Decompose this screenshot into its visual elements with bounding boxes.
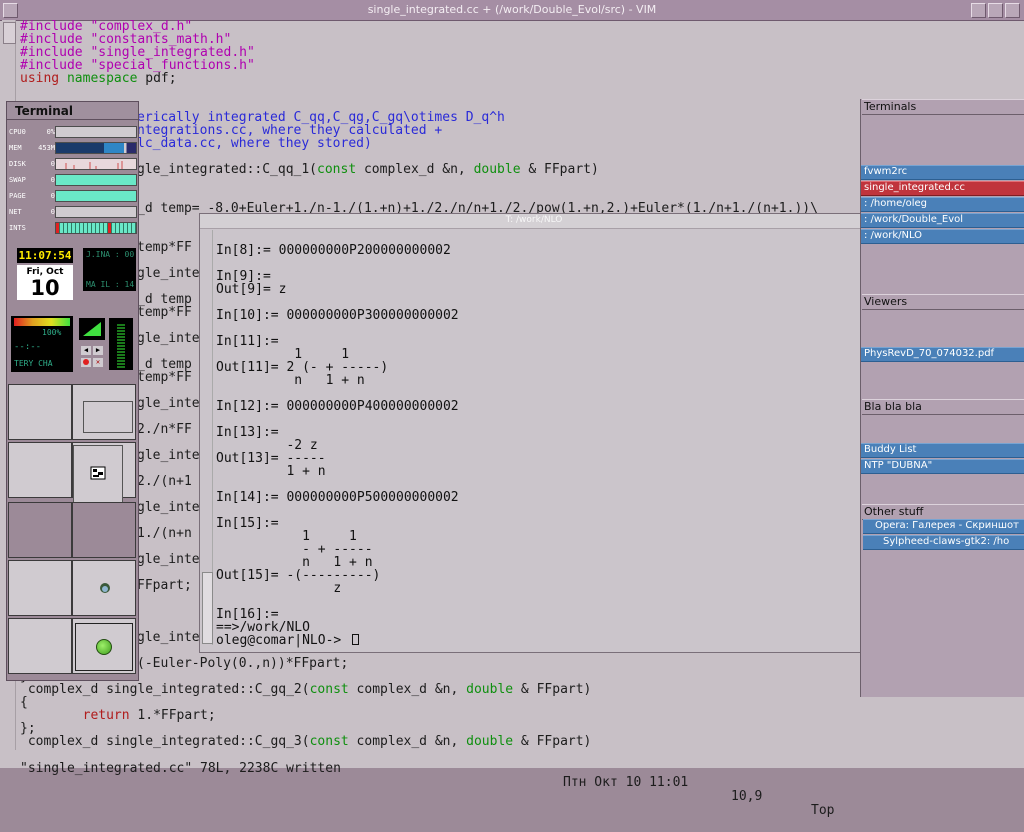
status-scroll: Top [811,803,835,818]
code-fragment: 1./(n+n [137,526,192,541]
terminal-line: In[14]:= 000000000P500000000002 [216,490,459,505]
winlist-item-double-evol[interactable]: : /work/Double_Evol [861,213,1024,228]
terminal-line: n 1 + n [216,373,365,388]
code-fragment: gle_inte [137,630,200,645]
winlist-item-buddy-list[interactable]: Buddy List [861,443,1024,458]
pager-desk[interactable] [8,560,72,616]
terminal-scrollbar-thumb[interactable] [202,572,213,644]
window-list-panel: Terminals fvwm2rc single_integrated.cc :… [860,99,1024,697]
return-line: return 1.*FFpart; [82,708,216,723]
status-light-icon [96,639,112,655]
maximize-button[interactable] [988,3,1003,18]
record-button[interactable] [81,358,91,367]
code-fragment: gle_inte [137,500,200,515]
terminal-line: In[8]:= 000000000P200000000002 [216,243,451,258]
winlist-item-ntp[interactable]: NTP "DUBNA" [861,459,1024,474]
winlist-item-fvwm2rc[interactable]: fvwm2rc [861,165,1024,180]
disk-meter: DISK 0 [9,157,137,170]
winlist-item-sylpheed[interactable]: Sylpheed-claws-gtk2: /ho [863,535,1024,550]
net-meter: NET 0 [9,205,137,218]
prev-button[interactable]: ◀ [81,346,91,355]
mem-meter: MEM 453M [9,141,137,154]
battery-time: --:-- [14,342,42,352]
panel-title: Terminal [15,104,74,118]
function-signature: gle_integrated::C_qq_1(const complex_d &… [137,162,599,177]
volume-control[interactable]: ◀ ▶ ✕ [77,316,137,372]
page-meter: PAGE 0 [9,189,137,202]
code-fragment: gle_inte [137,448,200,463]
battery-status: TERY CHA [14,359,53,368]
terminal-line: Out[9]= z [216,282,287,297]
app-icon [90,466,106,480]
battery-percent: 100% [42,328,62,337]
terminal-line: z [216,581,342,596]
function-signature: complex_d single_integrated::C_gq_3(cons… [20,734,592,749]
comment-line: lc_data.cc, where they stored) [137,136,372,151]
pager-desk[interactable] [72,502,136,558]
code-fragment: temp*FF [137,370,192,385]
pager-desk[interactable] [72,618,136,674]
code-fragment: 2./(n+1 [137,474,192,489]
winlist-item-single-integrated[interactable]: single_integrated.cc [861,181,1024,196]
mail-monitor[interactable]: J.INA : 00 MA IL : 14 [83,248,136,291]
code-fragment: gle_inte [137,331,200,346]
terminal-cursor [352,634,359,645]
code-fragment: gle_inte [137,552,200,567]
pager-desk[interactable] [72,442,136,503]
pager-desk[interactable] [72,384,136,440]
code-fragment: 2./n*FF [137,422,192,437]
calendar: Fri, Oct 10 [17,265,73,300]
code-fragment: FFpart; [137,578,192,593]
winlist-item-pdf[interactable]: PhysRevD_70_074032.pdf [861,347,1024,362]
ints-meter: INTS [9,221,137,234]
terminal-line: oleg@comar|NLO-> [216,633,350,648]
minimize-button[interactable] [971,3,986,18]
penguin-icon [100,583,110,593]
vim-title: single_integrated.cc + (/work/Double_Evo… [367,3,657,16]
code-fragment: temp*FF [137,305,192,320]
blabla-header: Bla bla bla [862,399,1024,415]
euler-line: (-Euler-Poly(0.,n))*FFpart; [137,656,349,671]
vim-scrollbar-thumb[interactable] [3,22,16,44]
cpu-meter: CPU0 0% [9,125,137,138]
pager-desk[interactable] [72,560,136,616]
status-time: Птн Окт 10 11:01 [563,775,689,790]
window-menu-button[interactable] [3,3,18,18]
code-fragment: gle_inte [137,266,200,281]
other-header: Other stuff [862,504,1024,520]
status-file: "single_integrated.cc" 78L, 2238C writte… [20,761,341,776]
terminal-line: In[12]:= 000000000P400000000002 [216,399,459,414]
winlist-item-home-oleg[interactable]: : /home/oleg [861,197,1024,212]
terminal-monitor-panel: Terminal CPU0 0% MEM 453M DISK 0 SWAP 0 PAGE… [6,101,139,681]
pager-desk[interactable] [8,384,72,440]
using-line: using namespace pdf; [20,71,177,86]
code-fragment: gle_inte [137,396,200,411]
winlist-item-work-nlo[interactable]: : /work/NLO [861,229,1024,244]
terminals-header: Terminals [862,99,1024,115]
calendar-date: 10 [30,276,60,300]
pager-desk[interactable] [8,618,72,674]
next-button[interactable]: ▶ [93,346,103,355]
close-button[interactable] [1005,3,1020,18]
pager-desk[interactable] [8,442,72,498]
terminal-titlebar[interactable]: T: /work/NLO [200,214,868,229]
winlist-item-opera[interactable]: Opera: Галерея - Скриншот [863,519,1024,534]
vim-titlebar[interactable]: single_integrated.cc + (/work/Double_Evo… [0,0,1024,21]
vim-statusline: "single_integrated.cc" 78L, 2238C writte… [20,748,1020,818]
stop-button[interactable]: ✕ [93,358,103,367]
code-fragment: temp*FF [137,240,192,255]
battery-monitor: 100% --:-- TERY CHA [11,316,73,372]
terminal-scrollbar[interactable] [202,230,213,645]
function-signature: complex_d single_integrated::C_gq_2(cons… [20,682,592,697]
status-position: 10,9 [731,789,763,804]
digital-clock: 11:07:54 [17,248,73,263]
panel-header[interactable]: Terminal [7,102,138,120]
terminal-line: In[10]:= 000000000P300000000002 [216,308,459,323]
swap-meter: SWAP 0 [9,173,137,186]
terminal-line: 1 + n [216,464,326,479]
viewers-header: Viewers [862,294,1024,310]
pager-desk[interactable] [8,502,72,558]
terminal-title: T: /work/NLO [505,215,563,225]
